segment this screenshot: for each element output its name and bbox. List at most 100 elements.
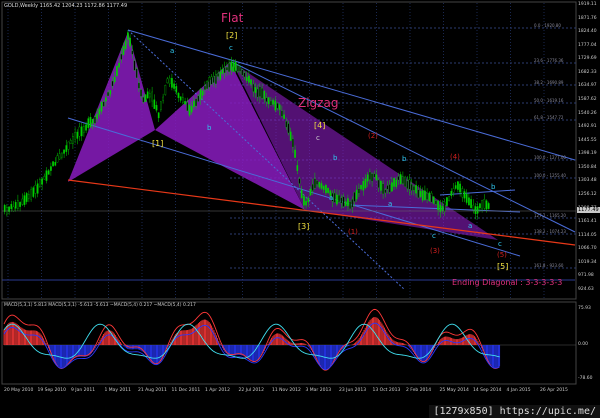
candle-body: [316, 180, 318, 185]
candle-body: [116, 66, 118, 77]
time-axis-label: 1 May 2011: [104, 388, 131, 393]
price-axis-label: 1587.62: [578, 97, 597, 102]
candle-body: [204, 85, 206, 90]
time-axis-label: 19 Sep 2010: [37, 388, 67, 393]
candle-body: [96, 113, 98, 119]
candle-body: [19, 202, 21, 207]
macd-axis-label: 0.00: [578, 342, 589, 347]
candle-body: [212, 76, 215, 83]
candle-body: [142, 96, 145, 103]
price-axis-label: 1871.76: [578, 15, 597, 21]
candle-body: [333, 192, 336, 203]
wave-3-label: [3]: [298, 222, 310, 231]
candle-body: [364, 178, 367, 189]
candle-body: [61, 152, 63, 158]
candle-body: [327, 187, 329, 193]
candle-body: [441, 206, 444, 212]
candle-body: [419, 190, 422, 197]
time-axis-label: 22 Jul 2012: [238, 388, 264, 393]
candle-body: [450, 191, 453, 196]
candle-body: [336, 194, 338, 205]
time-axis-label: 1 Apr 2012: [205, 388, 230, 393]
candle-body: [69, 140, 72, 145]
candle-body: [239, 66, 241, 72]
candle-body: [131, 50, 134, 55]
fib-level-label: 0.0 - 1920.80: [534, 23, 561, 28]
candle-body: [228, 63, 230, 72]
candle-body: [151, 91, 153, 102]
candle-body: [111, 80, 114, 87]
price-axis-label: 1445.55: [578, 137, 597, 143]
time-axis-label: 13 Oct 2013: [372, 388, 401, 393]
time-axis-label: 21 Aug 2011: [138, 388, 167, 393]
candle-body: [105, 97, 107, 102]
candle-body: [421, 190, 424, 201]
candle-body: [63, 149, 65, 154]
candle-body: [197, 95, 200, 102]
macd-panel[interactable]: [1, 301, 577, 385]
candle-body: [243, 72, 246, 78]
candle-body: [226, 67, 228, 71]
time-axis-label: 23 Jun 2013: [339, 388, 367, 393]
price-axis-label: 1303.48: [578, 178, 597, 184]
candle-body: [424, 190, 426, 200]
candle-body: [164, 85, 167, 95]
candle-body: [102, 101, 105, 107]
candle-body: [215, 73, 217, 84]
price-axis-label: 1256.12: [578, 192, 597, 197]
candle-body: [245, 76, 248, 81]
candle-body: [432, 196, 435, 204]
candle-body: [287, 123, 290, 134]
candle-body: [366, 174, 369, 182]
candle-body: [138, 82, 140, 89]
price-axis-label: 1161.41: [578, 219, 597, 225]
candle-body: [113, 77, 116, 83]
candle-body: [311, 184, 314, 191]
candle-body: [98, 108, 101, 115]
price-axis-label: 924.63: [578, 287, 594, 292]
candle-body: [94, 116, 96, 124]
price-axis-label: 1492.91: [578, 124, 597, 130]
candle-body: [459, 183, 461, 193]
candle-body: [413, 186, 415, 191]
candle-body: [195, 98, 197, 107]
candle-body: [373, 173, 376, 178]
candle-body: [294, 149, 296, 158]
candle-body: [30, 189, 32, 200]
candle-body: [100, 101, 103, 112]
candle-body: [21, 198, 24, 205]
candle-body: [388, 184, 391, 193]
candle-body: [426, 193, 428, 200]
candle-body: [140, 89, 142, 97]
candle-body: [487, 203, 490, 209]
candle-body: [83, 126, 85, 133]
candle-body: [386, 185, 389, 190]
candle-body: [72, 136, 74, 144]
candle-body: [52, 161, 54, 167]
candle-body: [65, 145, 68, 152]
sub-b-flat: b: [207, 124, 212, 132]
fib-level-label: 38.2 - 1690.89: [534, 80, 564, 85]
candle-body: [448, 196, 450, 202]
candle-body: [362, 181, 365, 191]
candle-body: [320, 183, 323, 189]
chart-frame[interactable]: [0, 0, 600, 418]
candle-body: [91, 118, 94, 124]
price-axis-label: 1114.05: [578, 232, 597, 238]
candle-body: [208, 77, 211, 88]
sub-a-zigzag: a: [329, 194, 334, 202]
candle-body: [281, 110, 283, 117]
sub-5-label: (5): [497, 251, 507, 259]
candle-body: [404, 176, 406, 187]
price-axis-label: 1350.84: [578, 164, 597, 170]
candle-body: [340, 197, 343, 204]
wave-4-label: [4]: [314, 121, 326, 130]
candle-body: [237, 65, 239, 72]
candle-body: [443, 201, 446, 212]
macd-histogram: [3, 308, 576, 371]
candle-body: [474, 206, 477, 214]
candle-body: [252, 83, 255, 92]
candle-body: [127, 32, 129, 40]
candle-body: [278, 104, 281, 110]
candle-body: [446, 197, 448, 206]
